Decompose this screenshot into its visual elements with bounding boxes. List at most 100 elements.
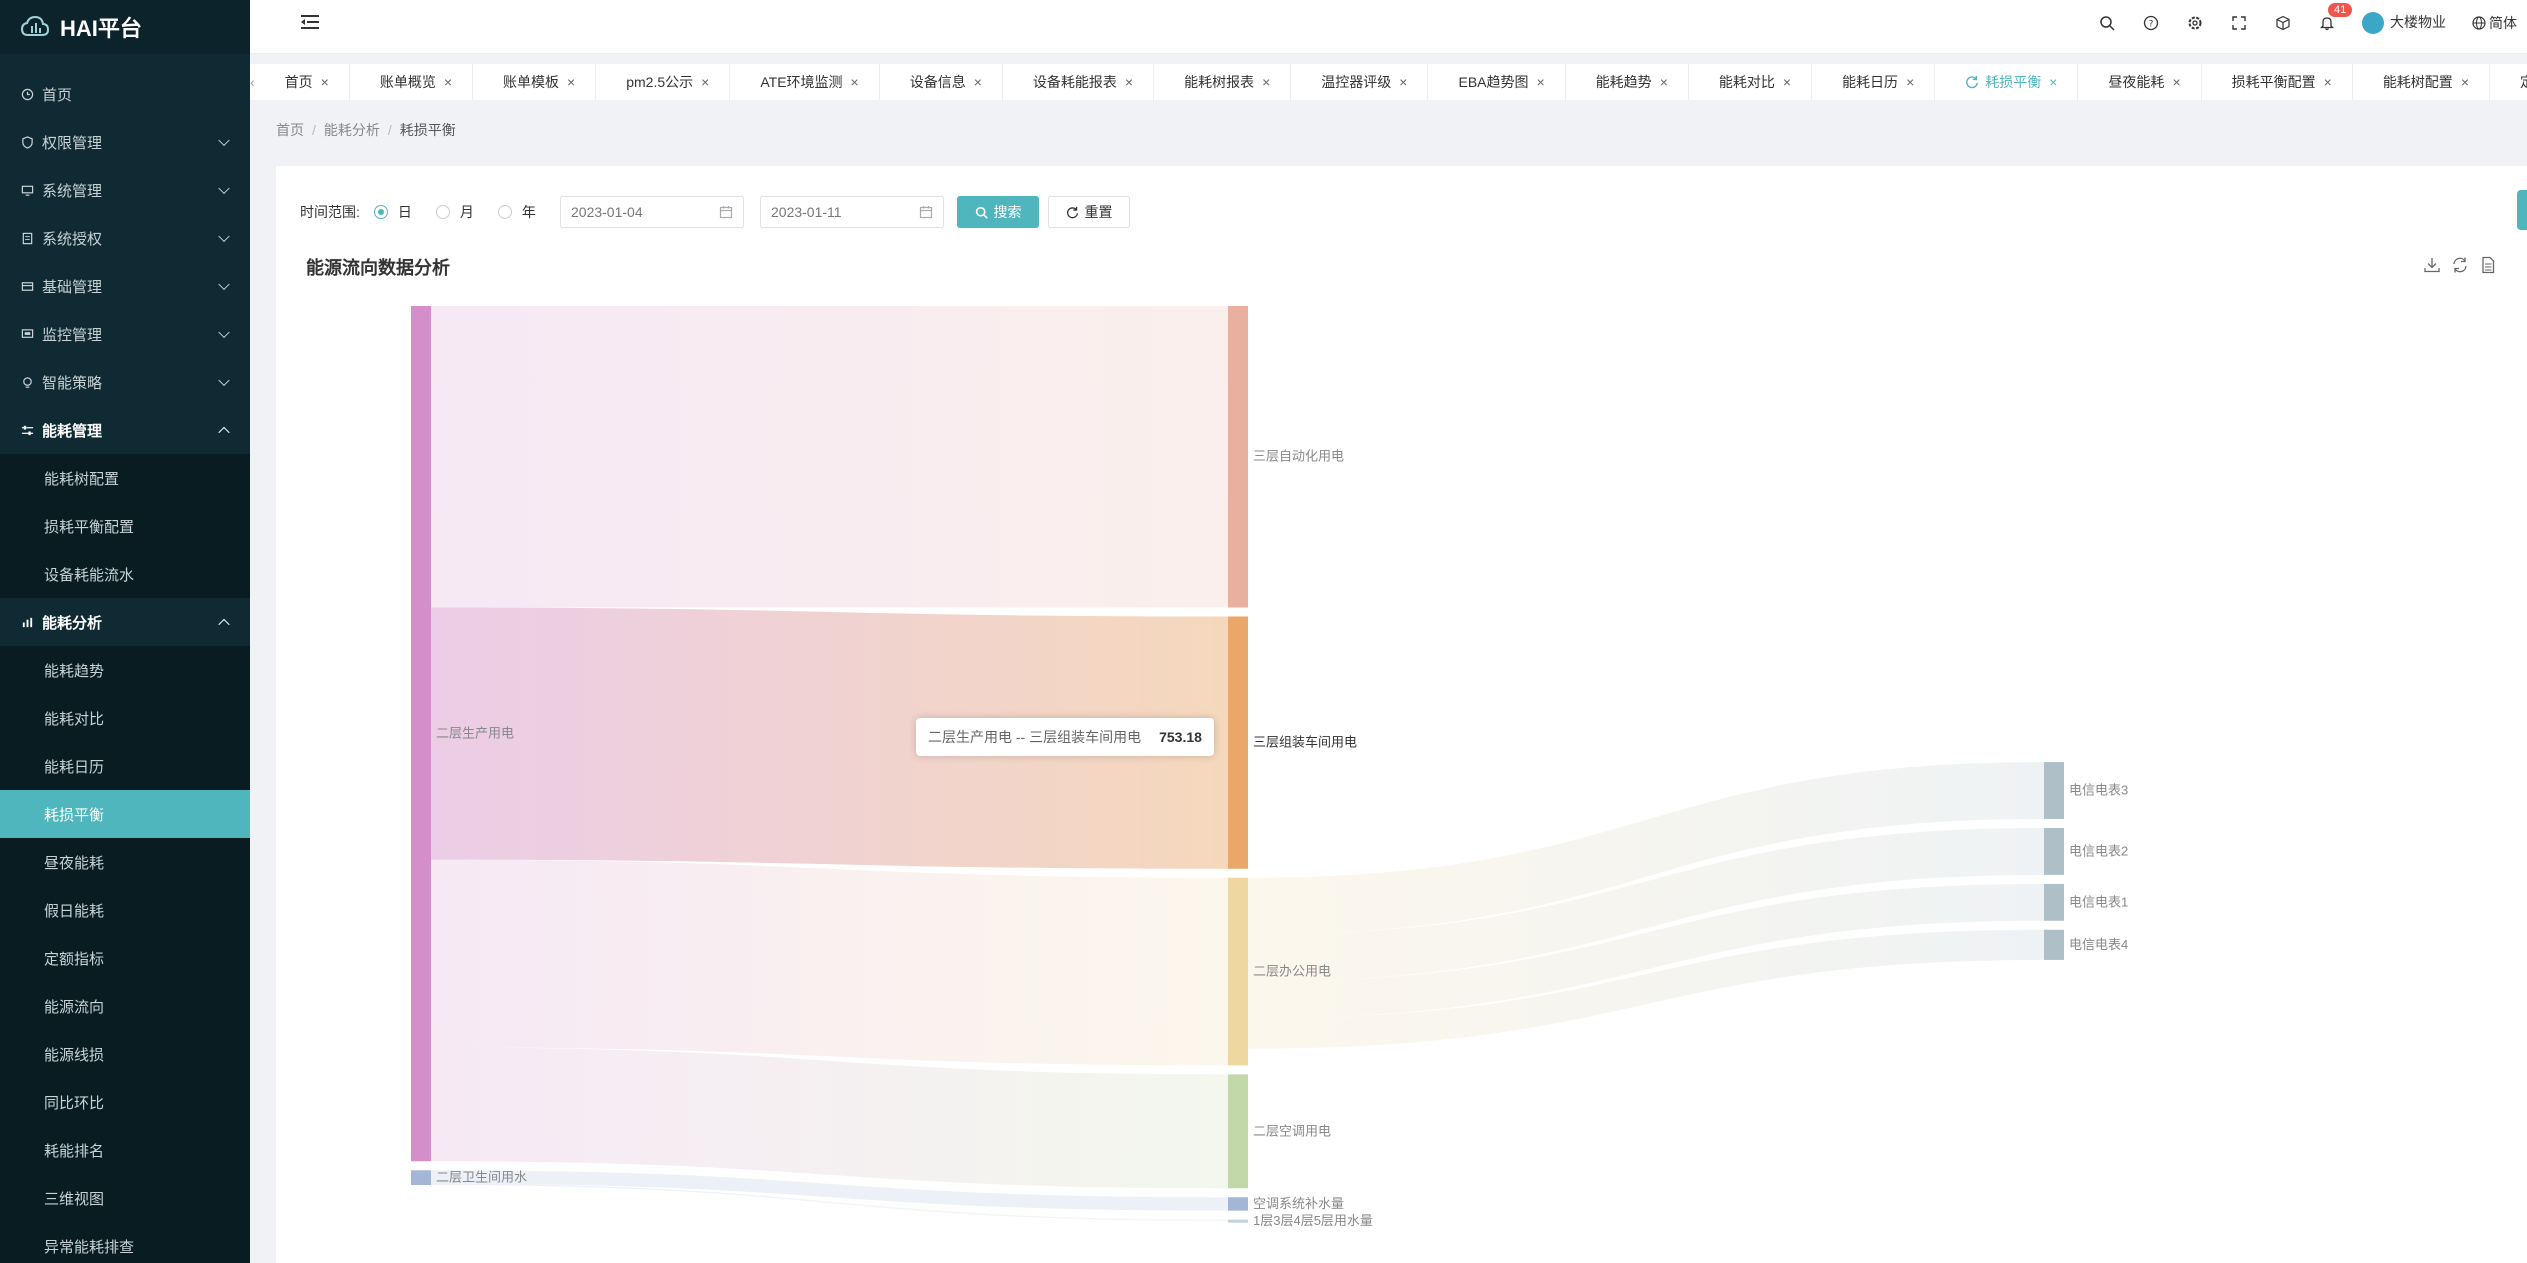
sidebar-subitem[interactable]: 能耗趋势	[0, 646, 250, 694]
close-icon[interactable]: ×	[567, 74, 575, 90]
close-icon[interactable]: ×	[1783, 74, 1791, 90]
language-switch[interactable]: 简体	[2472, 13, 2517, 33]
sidebar-subitem[interactable]: 耗能排名	[0, 1126, 250, 1174]
sankey-node[interactable]	[1228, 1197, 1248, 1211]
sidebar-subitem[interactable]: 假日能耗	[0, 886, 250, 934]
tab-item[interactable]: 账单概览 ×	[350, 64, 474, 100]
tab-item[interactable]: 温控器评级 ×	[1291, 64, 1429, 100]
reset-button[interactable]: 重置	[1048, 196, 1130, 228]
sankey-link[interactable]	[431, 859, 1228, 1066]
sidebar-subitem[interactable]: 能耗日历	[0, 742, 250, 790]
close-icon[interactable]: ×	[444, 74, 452, 90]
tab-item[interactable]: 设备信息 ×	[880, 64, 1003, 100]
tab-item[interactable]: 定额指标×	[2490, 64, 2527, 100]
close-icon[interactable]: ×	[974, 74, 982, 90]
sidebar-subitem[interactable]: 能源线损	[0, 1030, 250, 1078]
close-icon[interactable]: ×	[1906, 74, 1914, 90]
sankey-node[interactable]	[2044, 883, 2064, 921]
close-icon[interactable]: ×	[701, 74, 709, 90]
sidebar-subitem[interactable]: 定额指标	[0, 934, 250, 982]
tab-item[interactable]: 损耗平衡配置 ×	[2202, 64, 2353, 100]
tab-item[interactable]: 首页 ×	[255, 64, 350, 100]
tab-item[interactable]: 设备耗能报表 ×	[1003, 64, 1155, 100]
end-date-input[interactable]: 2023-01-11	[760, 196, 944, 228]
sidebar-subitem[interactable]: 能耗树配置	[0, 454, 250, 502]
close-icon[interactable]: ×	[1125, 74, 1133, 90]
fullscreen-icon[interactable]	[2230, 14, 2248, 32]
sidebar-subitem[interactable]: 损耗平衡配置	[0, 502, 250, 550]
user-menu[interactable]: 大楼物业	[2362, 12, 2446, 35]
tab-item[interactable]: 耗损平衡 ×	[1935, 64, 2079, 100]
sidebar-item-4[interactable]: 基础管理	[0, 262, 250, 310]
sidebar-subitem[interactable]: 三维视图	[0, 1174, 250, 1222]
search-button[interactable]: 搜索	[957, 196, 1039, 228]
sidebar-subitem[interactable]: 设备耗能流水	[0, 550, 250, 598]
sankey-node[interactable]	[2044, 828, 2064, 875]
close-icon[interactable]: ×	[1537, 74, 1545, 90]
sidebar-item-8[interactable]: 能耗分析	[0, 598, 250, 646]
restore-icon[interactable]	[2451, 256, 2469, 274]
time-range-radio[interactable]: 日	[373, 202, 412, 222]
sidebar-item-2[interactable]: 系统管理	[0, 166, 250, 214]
tab-label: 定额指标	[2520, 72, 2527, 92]
tab-item[interactable]: 账单模板 ×	[473, 64, 597, 100]
sidebar-subitem[interactable]: 异常能耗排查	[0, 1222, 250, 1263]
sankey-node[interactable]	[1228, 306, 1248, 608]
sidebar-item-3[interactable]: 系统授权	[0, 214, 250, 262]
tab-item[interactable]: 能耗树配置 ×	[2353, 64, 2490, 100]
sidebar-subitem[interactable]: 能耗对比	[0, 694, 250, 742]
close-icon[interactable]: ×	[1399, 74, 1407, 90]
time-range-radio[interactable]: 年	[497, 202, 536, 222]
sidebar-item-6[interactable]: 智能策略	[0, 358, 250, 406]
tab-item[interactable]: 能耗日历 ×	[1812, 64, 1936, 100]
tab-item[interactable]: EBA趋势图 ×	[1428, 64, 1566, 100]
bell-icon[interactable]: 41	[2318, 3, 2353, 32]
tab-item[interactable]: 能耗趋势 ×	[1566, 64, 1689, 100]
breadcrumb-item[interactable]: 首页	[276, 122, 304, 138]
sidebar-item-5[interactable]: 监控管理	[0, 310, 250, 358]
sidebar-subitem[interactable]: 耗损平衡	[0, 790, 250, 838]
breadcrumb-item[interactable]: 能耗分析	[324, 122, 380, 138]
collapse-menu-icon[interactable]	[300, 12, 320, 32]
cube-icon[interactable]	[2274, 14, 2292, 32]
close-icon[interactable]: ×	[321, 74, 329, 90]
sankey-node[interactable]	[1228, 1219, 1248, 1223]
start-date-input[interactable]: 2023-01-04	[560, 196, 744, 228]
sankey-link[interactable]	[431, 1047, 1228, 1189]
sankey-node[interactable]	[411, 306, 431, 1162]
tab-item[interactable]: 能耗对比 ×	[1689, 64, 1813, 100]
close-icon[interactable]: ×	[2324, 74, 2332, 90]
sidebar-subitem[interactable]: 昼夜能耗	[0, 838, 250, 886]
sankey-link[interactable]	[431, 306, 1228, 608]
logo[interactable]: HAI平台	[0, 0, 250, 54]
settings-icon[interactable]	[2186, 14, 2204, 32]
tab-item[interactable]: pm2.5公示 ×	[596, 64, 731, 100]
sidebar-subitem[interactable]: 能源流向	[0, 982, 250, 1030]
sankey-node[interactable]	[411, 1170, 431, 1185]
sidebar-item-0[interactable]: 首页	[0, 70, 250, 118]
search-icon[interactable]	[2098, 14, 2116, 32]
side-drawer-handle[interactable]	[2517, 190, 2527, 230]
chevron-down-icon	[218, 326, 230, 339]
sidebar-subitem[interactable]: 同比环比	[0, 1078, 250, 1126]
sidebar-item-1[interactable]: 权限管理	[0, 118, 250, 166]
close-icon[interactable]: ×	[1262, 74, 1270, 90]
sankey-node[interactable]	[2044, 762, 2064, 820]
sankey-node[interactable]	[1228, 616, 1248, 869]
sankey-node[interactable]	[1228, 877, 1248, 1066]
close-icon[interactable]: ×	[1660, 74, 1668, 90]
close-icon[interactable]: ×	[851, 74, 859, 90]
tab-item[interactable]: 昼夜能耗 ×	[2078, 64, 2202, 100]
close-icon[interactable]: ×	[2461, 74, 2469, 90]
sankey-node[interactable]	[1228, 1074, 1248, 1189]
time-range-radio[interactable]: 月	[435, 202, 474, 222]
tab-item[interactable]: 能耗树报表 ×	[1154, 64, 1292, 100]
help-icon[interactable]: ?	[2142, 14, 2160, 32]
data-view-icon[interactable]	[2479, 256, 2497, 274]
sidebar-item-7[interactable]: 能耗管理	[0, 406, 250, 454]
tab-item[interactable]: ATE环境监测 ×	[730, 64, 880, 100]
download-icon[interactable]	[2423, 256, 2441, 274]
close-icon[interactable]: ×	[2172, 74, 2180, 90]
sankey-node[interactable]	[2044, 929, 2064, 960]
close-icon[interactable]: ×	[2049, 74, 2057, 90]
